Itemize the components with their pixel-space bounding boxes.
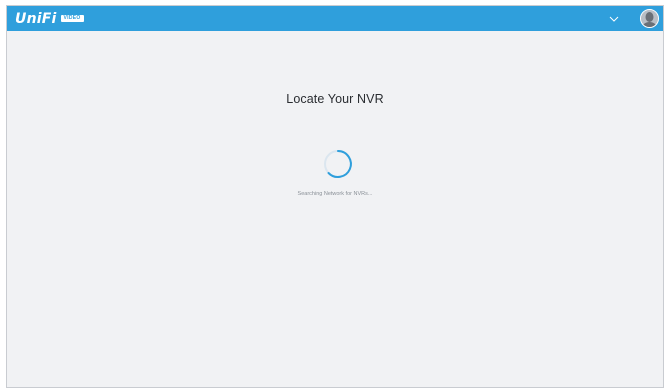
logo-badge: VIDEO (60, 15, 84, 22)
loading-spinner-icon (320, 146, 356, 182)
user-avatar-icon[interactable] (640, 9, 659, 28)
status-text: Searching Network for NVRs... (297, 191, 373, 197)
unifi-logo[interactable]: UniFi VIDEO (15, 12, 84, 26)
top-bar-actions (608, 6, 659, 31)
app-window: UniFi VIDEO Locate Your NVR Searching Ne… (6, 5, 664, 388)
main-content: Locate Your NVR Searching Network for NV… (7, 31, 663, 387)
page-title: Locate Your NVR (286, 92, 384, 106)
chevron-down-icon[interactable] (608, 13, 620, 25)
top-bar: UniFi VIDEO (7, 6, 663, 31)
logo-text: UniFi (15, 10, 57, 27)
